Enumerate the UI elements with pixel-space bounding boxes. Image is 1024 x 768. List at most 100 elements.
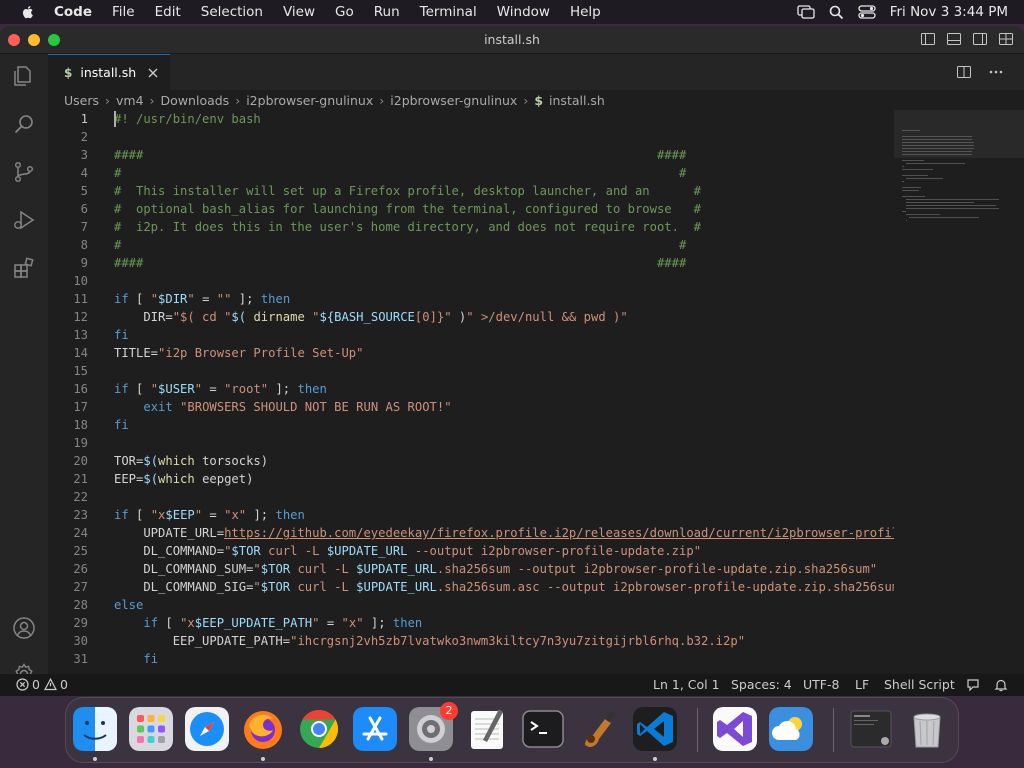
- file-encoding[interactable]: UTF-8: [803, 677, 839, 692]
- notifications-bell-icon[interactable]: [994, 678, 1008, 692]
- cursor-position[interactable]: Ln 1, Col 1: [653, 677, 720, 692]
- screen-mirroring-icon[interactable]: [797, 5, 815, 19]
- terminal-icon[interactable]: [521, 707, 565, 751]
- more-actions-icon[interactable]: [988, 64, 1004, 80]
- menu-edit[interactable]: Edit: [155, 4, 181, 20]
- toggle-panel-icon[interactable]: [946, 31, 962, 47]
- code-editor[interactable]: 1 #! /usr/bin/env bash 2 3 #### #### 4 # #5 # T…: [48, 110, 894, 674]
- code-line[interactable]: 31 fi: [48, 650, 894, 668]
- breadcrumb-users[interactable]: Users: [64, 93, 99, 108]
- breadcrumb-vm4[interactable]: vm4: [116, 93, 144, 108]
- code-line[interactable]: 5 # This installer will set up a Firefox …: [48, 182, 894, 200]
- weather-icon[interactable]: [769, 707, 813, 751]
- menu-code[interactable]: Code: [54, 4, 92, 20]
- finder-icon[interactable]: [73, 707, 117, 751]
- code-line[interactable]: 7 # i2p. It does this in the user's home …: [48, 218, 894, 236]
- run-and-debug-icon[interactable]: [12, 208, 36, 232]
- code-line[interactable]: 2: [48, 128, 894, 146]
- customize-layout-icon[interactable]: [998, 31, 1014, 47]
- code-line[interactable]: 22: [48, 488, 894, 506]
- code-line[interactable]: 27 DL_COMMAND_SIG="$TOR curl -L $UPDATE_…: [48, 578, 894, 596]
- warning-count[interactable]: 0: [60, 677, 68, 692]
- code-line[interactable]: 1 #! /usr/bin/env bash: [48, 110, 894, 128]
- safari-icon[interactable]: [185, 707, 229, 751]
- code-line[interactable]: 29 if [ "x$EEP_UPDATE_PATH" = "x" ]; the…: [48, 614, 894, 632]
- search-icon[interactable]: [12, 112, 36, 136]
- line-text: DIR="$( cd "$( dirname "${BASH_SOURCE[0]…: [114, 310, 628, 324]
- minimap-line: [902, 160, 924, 161]
- tab-install-sh[interactable]: $ install.sh: [48, 54, 170, 90]
- chrome-icon[interactable]: [297, 707, 341, 751]
- code-line[interactable]: 8 # #: [48, 236, 894, 254]
- menu-selection[interactable]: Selection: [201, 4, 263, 20]
- menu-go[interactable]: Go: [335, 4, 354, 20]
- app-store-icon[interactable]: [353, 707, 397, 751]
- menu-view[interactable]: View: [283, 4, 315, 20]
- code-line[interactable]: 26 DL_COMMAND_SUM="$TOR curl -L $UPDATE_…: [48, 560, 894, 578]
- feedback-icon[interactable]: [966, 678, 980, 692]
- code-line[interactable]: 20 TOR=$(which torsocks): [48, 452, 894, 470]
- source-control-icon[interactable]: [12, 160, 36, 184]
- code-line[interactable]: 15: [48, 362, 894, 380]
- code-line[interactable]: 3 #### ####: [48, 146, 894, 164]
- toggle-secondary-sidebar-icon[interactable]: [972, 31, 988, 47]
- code-line[interactable]: 11 if [ "$DIR" = "" ]; then: [48, 290, 894, 308]
- apple-icon[interactable]: [20, 4, 36, 20]
- code-line[interactable]: 13 fi: [48, 326, 894, 344]
- textedit-icon[interactable]: [465, 707, 509, 751]
- code-line[interactable]: 6 # optional bash_alias for launching fro…: [48, 200, 894, 218]
- minimap-line: [902, 190, 920, 191]
- warning-icon[interactable]: [44, 678, 57, 691]
- code-line[interactable]: 14 TITLE="i2p Browser Profile Set-Up": [48, 344, 894, 362]
- menu-file[interactable]: File: [112, 4, 135, 20]
- shell-dollar-icon: $: [64, 65, 73, 80]
- code-line[interactable]: 19: [48, 434, 894, 452]
- code-line[interactable]: 21 EEP=$(which eepget): [48, 470, 894, 488]
- code-line[interactable]: 23 if [ "x$EEP" = "x" ]; then: [48, 506, 894, 524]
- error-count[interactable]: 0: [32, 677, 40, 692]
- launchpad-icon[interactable]: [129, 707, 173, 751]
- firefox-icon[interactable]: [241, 707, 285, 751]
- trash-icon[interactable]: [905, 707, 949, 751]
- indentation-setting[interactable]: Spaces: 4: [731, 677, 792, 692]
- menu-terminal[interactable]: Terminal: [420, 4, 477, 20]
- language-mode[interactable]: Shell Script: [884, 677, 955, 692]
- end-of-line[interactable]: LF: [855, 677, 869, 692]
- spotlight-search-icon[interactable]: [829, 5, 844, 20]
- breadcrumb-downloads[interactable]: Downloads: [161, 93, 230, 108]
- code-line[interactable]: 25 DL_COMMAND="$TOR curl -L $UPDATE_URL …: [48, 542, 894, 560]
- visual-studio-code-icon[interactable]: [633, 707, 677, 751]
- line-number: 14: [73, 346, 88, 360]
- toggle-primary-sidebar-icon[interactable]: [920, 31, 936, 47]
- code-line[interactable]: 24 UPDATE_URL=https://github.com/eyedeek…: [48, 524, 894, 542]
- instruments-icon[interactable]: [577, 707, 621, 751]
- code-line[interactable]: 28 else: [48, 596, 894, 614]
- control-center-icon[interactable]: [858, 5, 876, 19]
- code-line[interactable]: 12 DIR="$( cd "$( dirname "${BASH_SOURCE…: [48, 308, 894, 326]
- code-line[interactable]: 16 if [ "$USER" = "root" ]; then: [48, 380, 894, 398]
- code-line[interactable]: 4 # #: [48, 164, 894, 182]
- line-number: 8: [80, 238, 88, 252]
- visual-studio-icon[interactable]: [713, 707, 757, 751]
- code-line[interactable]: 30 EEP_UPDATE_PATH="ihcrgsnj2vh5zb7lvatw…: [48, 632, 894, 650]
- menu-help[interactable]: Help: [570, 4, 601, 20]
- line-number: 19: [73, 436, 88, 450]
- explorer-icon[interactable]: [12, 64, 36, 88]
- minimap[interactable]: [894, 110, 1024, 674]
- code-line[interactable]: 18 fi: [48, 416, 894, 434]
- menubar-clock[interactable]: Fri Nov 3 3:44 PM: [890, 4, 1008, 20]
- extensions-icon[interactable]: [12, 256, 36, 280]
- menu-run[interactable]: Run: [374, 4, 400, 20]
- error-icon[interactable]: [16, 678, 29, 691]
- menu-window[interactable]: Window: [497, 4, 550, 20]
- close-tab-icon[interactable]: [146, 66, 160, 80]
- accounts-icon[interactable]: [12, 616, 36, 640]
- breadcrumb-file[interactable]: install.sh: [549, 93, 605, 108]
- code-line[interactable]: 9 #### ####: [48, 254, 894, 272]
- breadcrumb-folder-2[interactable]: i2pbrowser-gnulinux: [390, 93, 517, 108]
- code-line[interactable]: 10: [48, 272, 894, 290]
- code-line[interactable]: 17 exit "BROWSERS SHOULD NOT BE RUN AS R…: [48, 398, 894, 416]
- split-editor-icon[interactable]: [956, 64, 972, 80]
- breadcrumb-folder-1[interactable]: i2pbrowser-gnulinux: [246, 93, 373, 108]
- window-preview-icon[interactable]: [849, 707, 893, 751]
